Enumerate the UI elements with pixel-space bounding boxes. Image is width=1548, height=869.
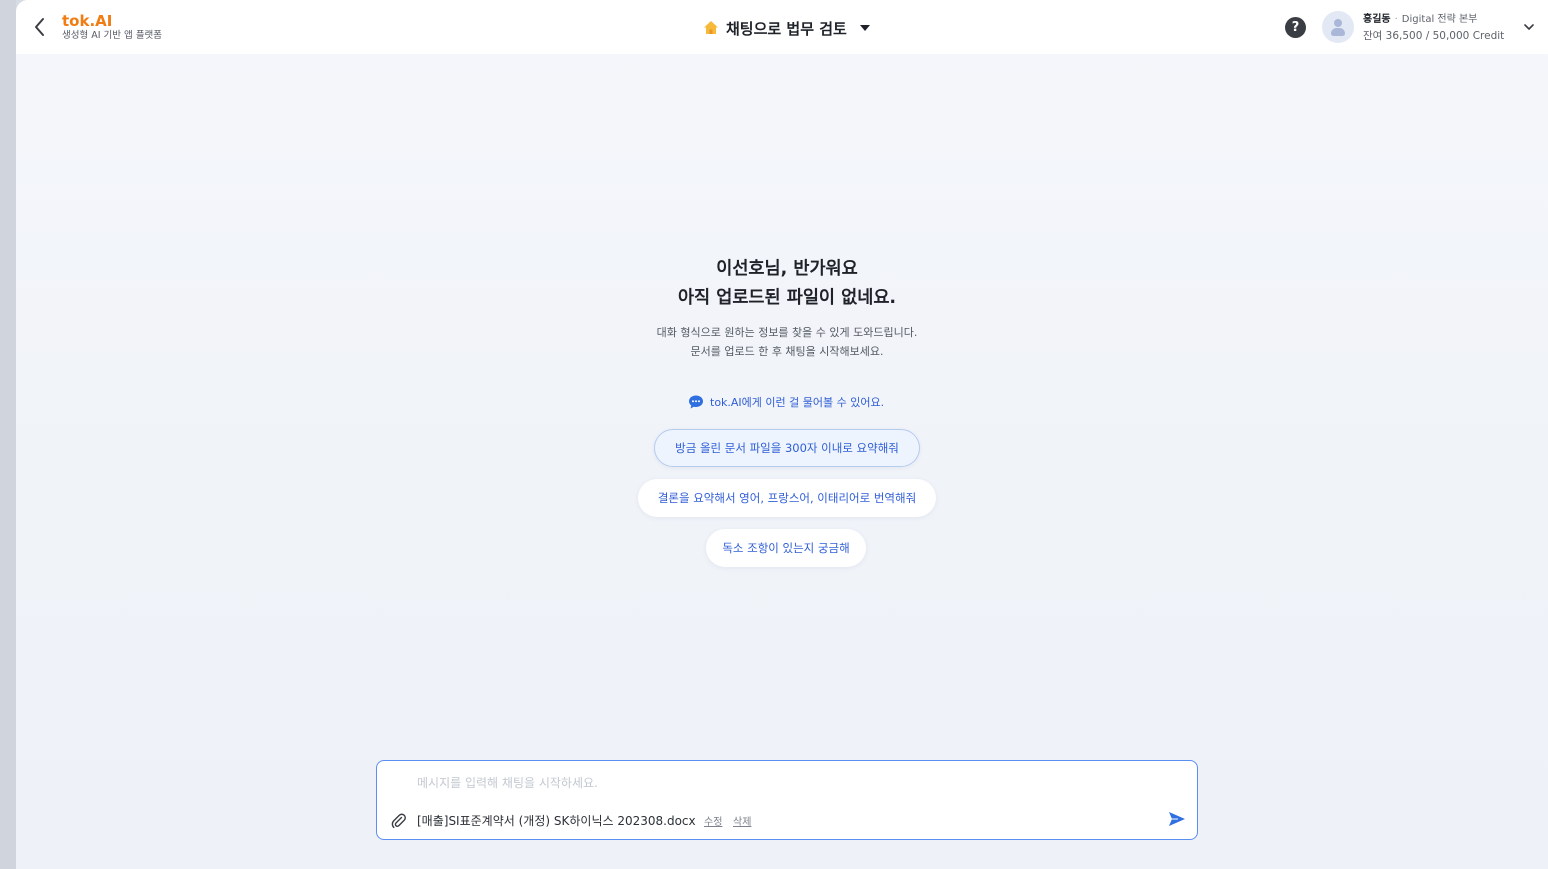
- brand-subtitle: 생성형 AI 기반 앱 플랫폼: [62, 30, 163, 41]
- mode-selector-label: 채팅으로 법무 검토: [726, 19, 847, 38]
- chevron-down-icon[interactable]: [1522, 20, 1536, 34]
- suggestion-chip-summarize[interactable]: 방금 올린 문서 파일을 300자 이내로 요약해줘: [654, 429, 920, 467]
- attached-file-name: [매출]SI표준계약서 (개정) SK하이닉스 202308.docx: [417, 814, 696, 828]
- chat-input-box: [매출]SI표준계약서 (개정) SK하이닉스 202308.docx 수정 삭…: [376, 760, 1198, 840]
- mode-selector-dropdown[interactable]: 채팅으로 법무 검토: [702, 16, 871, 40]
- file-edit-link[interactable]: 수정: [704, 813, 722, 828]
- suggestion-chip-translate[interactable]: 결론을 요약해서 영어, 프랑스어, 이태리어로 번역해줘: [638, 479, 936, 517]
- user-name: 홍길동: [1363, 14, 1391, 25]
- paperclip-icon[interactable]: [391, 813, 407, 829]
- back-chevron-icon[interactable]: [28, 14, 52, 40]
- welcome-description: 대화 형식으로 원하는 정보를 찾을 수 있게 도와드립니다. 문서를 업로드 …: [16, 323, 1548, 361]
- top-header: tok.AI 생성형 AI 기반 앱 플랫폼 채팅으로 법무 검토 ? 홍길동 ·…: [16, 0, 1548, 54]
- chat-message-input[interactable]: [415, 772, 1119, 794]
- user-info-separator: ·: [1394, 14, 1398, 25]
- welcome-desc-line1: 대화 형식으로 원하는 정보를 찾을 수 있게 도와드립니다.: [656, 326, 918, 339]
- brand-logo-text[interactable]: tok.AI: [62, 12, 112, 30]
- avatar-body-shape: [1331, 28, 1345, 36]
- welcome-section: 이선호님, 반가워요 아직 업로드된 파일이 없네요. 대화 형식으로 원하는 …: [16, 255, 1548, 361]
- avatar-head-shape: [1334, 19, 1342, 27]
- file-delete-link[interactable]: 삭제: [733, 813, 751, 828]
- suggestion-hint: tok.AI에게 이런 걸 물어볼 수 있어요.: [688, 393, 884, 411]
- app-window: tok.AI 생성형 AI 기반 앱 플랫폼 채팅으로 법무 검토 ? 홍길동 ·…: [16, 0, 1548, 869]
- caret-down-icon: [859, 25, 870, 31]
- suggestion-chip-toxic-clause[interactable]: 독소 조항이 있는지 궁금해: [706, 529, 866, 567]
- welcome-title-line2: 아직 업로드된 파일이 없네요.: [677, 288, 897, 308]
- window-left-edge: [0, 0, 16, 869]
- home-icon: [704, 21, 718, 34]
- send-icon[interactable]: [1167, 809, 1187, 829]
- suggestion-hint-text: tok.AI에게 이런 걸 물어볼 수 있어요.: [710, 396, 885, 409]
- user-info: 홍길동 · Digital 전략 본부: [1363, 13, 1477, 26]
- user-department: Digital 전략 본부: [1401, 14, 1478, 25]
- welcome-desc-line2: 문서를 업로드 한 후 채팅을 시작해보세요.: [690, 345, 884, 358]
- chat-bubble-icon: [689, 395, 703, 409]
- welcome-title-line1: 이선호님, 반가워요: [716, 259, 858, 279]
- credit-balance: 잔여 36,500 / 50,000 Credit: [1363, 30, 1505, 42]
- help-button[interactable]: ?: [1285, 17, 1306, 38]
- user-avatar[interactable]: [1322, 11, 1354, 43]
